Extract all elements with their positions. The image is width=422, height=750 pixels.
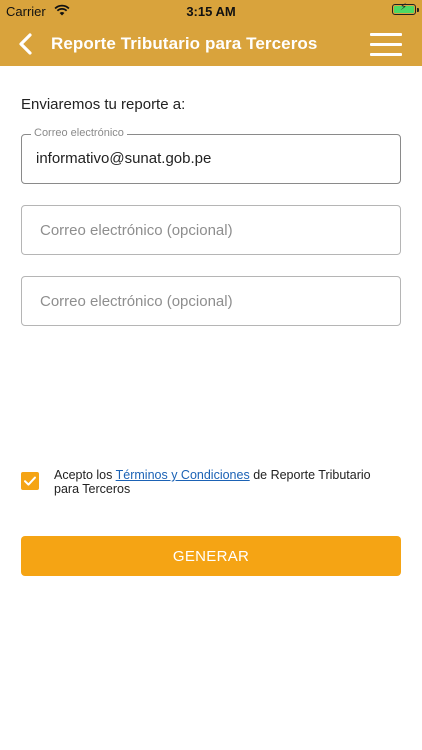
- terms-text: Acepto los Términos y Condiciones de Rep…: [54, 468, 384, 496]
- email-field-optional-2[interactable]: Correo electrónico (opcional): [21, 276, 401, 326]
- email-field-placeholder[interactable]: Correo electrónico (opcional): [40, 222, 233, 239]
- terms-checkbox[interactable]: [21, 472, 39, 490]
- checkmark-icon: [24, 476, 36, 486]
- terms-link[interactable]: Términos y Condiciones: [116, 468, 250, 482]
- email-field-value[interactable]: informativo@sunat.gob.pe: [36, 150, 211, 167]
- form-intro-text: Enviaremos tu reporte a:: [21, 96, 186, 113]
- battery-charging-icon: ⚡: [392, 2, 419, 15]
- page-title: Reporte Tributario para Terceros: [51, 34, 318, 53]
- nav-bar: Reporte Tributario para Terceros: [0, 22, 422, 66]
- status-bar: Carrier 3:15 AM ⚡: [0, 0, 422, 22]
- email-field-primary[interactable]: Correo electrónico informativo@sunat.gob…: [21, 127, 401, 184]
- email-field-label: Correo electrónico: [31, 127, 127, 139]
- email-field-optional-1[interactable]: Correo electrónico (opcional): [21, 205, 401, 255]
- email-field-placeholder[interactable]: Correo electrónico (opcional): [40, 293, 233, 310]
- hamburger-menu-icon[interactable]: [370, 32, 402, 56]
- generate-button[interactable]: GENERAR: [21, 536, 401, 576]
- status-time: 3:15 AM: [186, 4, 236, 19]
- terms-prefix: Acepto los: [54, 468, 116, 482]
- back-chevron-icon[interactable]: [16, 31, 38, 57]
